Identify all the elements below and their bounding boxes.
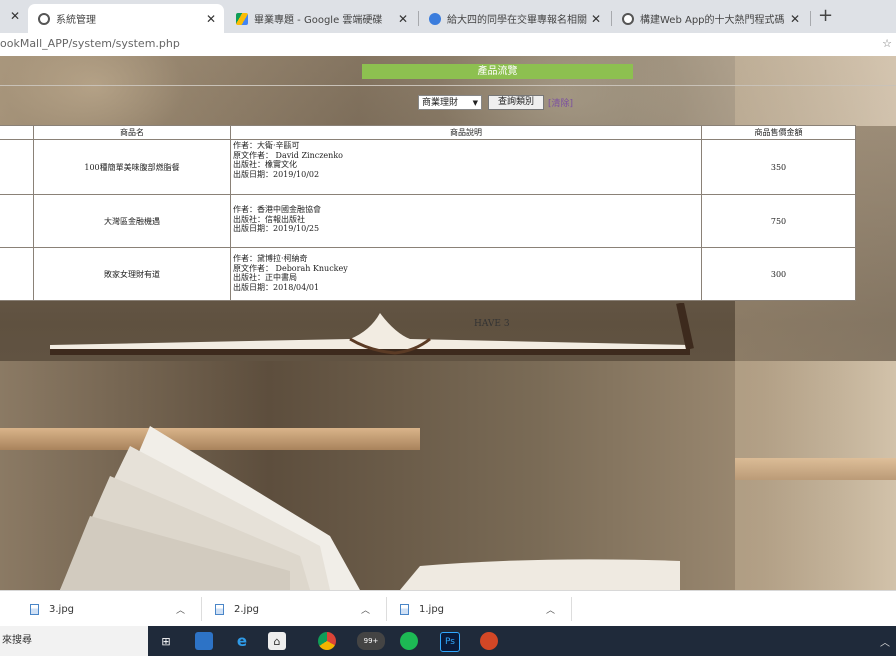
windows-taskbar: 來搜尋 ⊞ e ⌂ 99+ Ps ︿	[0, 626, 896, 656]
divider	[571, 597, 572, 621]
tab-web-app-article[interactable]: 構建Web App的十大熱門程式碼 ✕	[612, 4, 808, 33]
product-description-cell: 作者：香港中國金融協會 出版社：信報出版社 出版日期：2019/10/25	[230, 194, 702, 248]
product-name-cell: 100種簡單美味腹部燃脂餐	[33, 139, 231, 195]
download-filename: 2.jpg	[234, 603, 260, 615]
image-file-icon	[400, 603, 409, 615]
chevron-up-icon[interactable]: ︿	[361, 603, 370, 616]
globe-icon	[38, 12, 50, 25]
globe-icon	[622, 12, 634, 25]
description-line: 出版日期：2018/04/01	[233, 282, 320, 292]
page-content: 產品流覽 商業理財 ▼ 查詢類別 [清除] 商品名 商品說明 商品售價金額 10…	[0, 56, 896, 590]
address-bar[interactable]: ookMall_APP/system/system.php ☆	[0, 33, 896, 57]
table-row-cell	[0, 247, 34, 301]
browser-tab-strip: ✕ 系統管理 ✕ 畢業專題 - Google 雲端硬碟 ✕ 給大四的同學在交畢專…	[0, 0, 896, 33]
new-tab-plus-icon[interactable]: +	[818, 5, 833, 26]
category-select[interactable]: 商業理財 ▼	[418, 95, 482, 110]
description-line: 作者：大衛·辛甌可	[233, 141, 300, 150]
category-select-value: 商業理財	[422, 98, 459, 108]
chevron-up-icon[interactable]: ︿	[880, 634, 890, 649]
downloads-bar: 3.jpg ︿ 2.jpg ︿ 1.jpg ︿	[0, 590, 896, 627]
description-line: 原文作者： David Zinczenko	[233, 150, 343, 160]
spotify-icon[interactable]	[400, 632, 418, 650]
header-product-name: 商品名	[33, 125, 231, 140]
close-icon[interactable]: ✕	[10, 9, 20, 23]
divider	[201, 597, 202, 621]
header-blank-cell	[0, 125, 34, 140]
tab-system-admin[interactable]: 系統管理 ✕	[28, 4, 224, 33]
tab-google-drive[interactable]: 畢業專題 - Google 雲端硬碟 ✕	[226, 4, 416, 33]
description-line: 出版日期：2019/10/02	[233, 169, 320, 179]
mail-badge-icon[interactable]: 99+	[357, 632, 385, 650]
clear-link[interactable]: [清除]	[548, 96, 573, 109]
description-line: 作者：黛博拉·柯納奇	[233, 254, 308, 263]
result-count-text: HAVE 3	[474, 319, 510, 329]
download-filename: 1.jpg	[419, 603, 445, 615]
edge-browser-icon[interactable]: e	[233, 632, 251, 650]
download-item[interactable]: 1.jpg ︿	[400, 591, 570, 627]
product-table: 商品名 商品說明 商品售價金額 100種簡單美味腹部燃脂餐 作者：大衛·辛甌可 …	[0, 125, 856, 301]
header-product-description: 商品說明	[230, 125, 702, 140]
product-description-cell: 作者：黛博拉·柯納奇 原文作者： Deborah Knuckey 出版社：正中書…	[230, 247, 702, 301]
close-icon[interactable]: ✕	[396, 12, 410, 26]
page-title-banner: 產品流覽	[362, 64, 633, 79]
product-price-cell: 300	[701, 247, 856, 301]
chrome-icon[interactable]	[318, 632, 336, 650]
close-icon[interactable]: ✕	[788, 12, 802, 26]
header-product-price: 商品售價金額	[701, 125, 856, 140]
table-row-cell	[0, 139, 34, 195]
divider-line	[0, 85, 896, 86]
product-price-cell: 350	[701, 139, 856, 195]
bookmark-star-icon[interactable]: ☆	[882, 37, 892, 50]
query-category-button[interactable]: 查詢類別	[488, 95, 544, 110]
description-line: 作者：香港中國金融協會	[233, 205, 321, 214]
product-name-cell: 大灣區金融機遇	[33, 194, 231, 248]
product-name-cell: 敗家女理財有道	[33, 247, 231, 301]
tab-divider	[810, 11, 811, 26]
image-file-icon	[30, 603, 39, 615]
photoshop-icon[interactable]: Ps	[440, 632, 460, 652]
open-book-image	[60, 426, 680, 590]
close-icon[interactable]: ✕	[589, 12, 603, 26]
close-icon[interactable]: ✕	[204, 12, 218, 26]
product-price-cell: 750	[701, 194, 856, 248]
tab-title: 系統管理	[56, 15, 96, 26]
site-icon	[429, 12, 441, 25]
product-description-cell: 作者：大衛·辛甌可 原文作者： David Zinczenko 出版社：橡實文化…	[230, 139, 702, 195]
tab-title: 畢業專題 - Google 雲端硬碟	[254, 15, 383, 26]
description-line: 出版日期：2019/10/25	[233, 224, 320, 233]
open-book-image	[50, 303, 694, 355]
chevron-down-icon: ▼	[472, 99, 478, 107]
download-item[interactable]: 3.jpg ︿	[30, 591, 200, 627]
tab-title: 給大四的同學在交畢專報名相關	[447, 15, 587, 26]
google-drive-icon	[236, 12, 248, 25]
powerpoint-icon[interactable]	[480, 632, 498, 650]
description-line: 原文作者： Deborah Knuckey	[233, 263, 348, 273]
description-line: 出版社：正中書局	[233, 273, 297, 282]
tab-title: 構建Web App的十大熱門程式碼	[640, 15, 785, 26]
url-text[interactable]: ookMall_APP/system/system.php	[0, 37, 180, 50]
download-filename: 3.jpg	[49, 603, 75, 615]
download-item[interactable]: 2.jpg ︿	[215, 591, 385, 627]
store-icon[interactable]: ⌂	[268, 632, 286, 650]
description-line: 出版社：橡實文化	[233, 160, 297, 169]
taskbar-search-input[interactable]: 來搜尋	[0, 626, 148, 656]
description-line: 出版社：信報出版社	[233, 214, 305, 224]
file-explorer-icon[interactable]	[195, 632, 213, 650]
image-file-icon	[215, 603, 224, 615]
tab-project-signup[interactable]: 給大四的同學在交畢專報名相關 ✕	[419, 4, 609, 33]
table-row-cell	[0, 194, 34, 248]
chevron-up-icon[interactable]: ︿	[546, 603, 555, 616]
task-view-icon[interactable]: ⊞	[157, 632, 175, 650]
chevron-up-icon[interactable]: ︿	[176, 603, 185, 616]
divider	[386, 597, 387, 621]
